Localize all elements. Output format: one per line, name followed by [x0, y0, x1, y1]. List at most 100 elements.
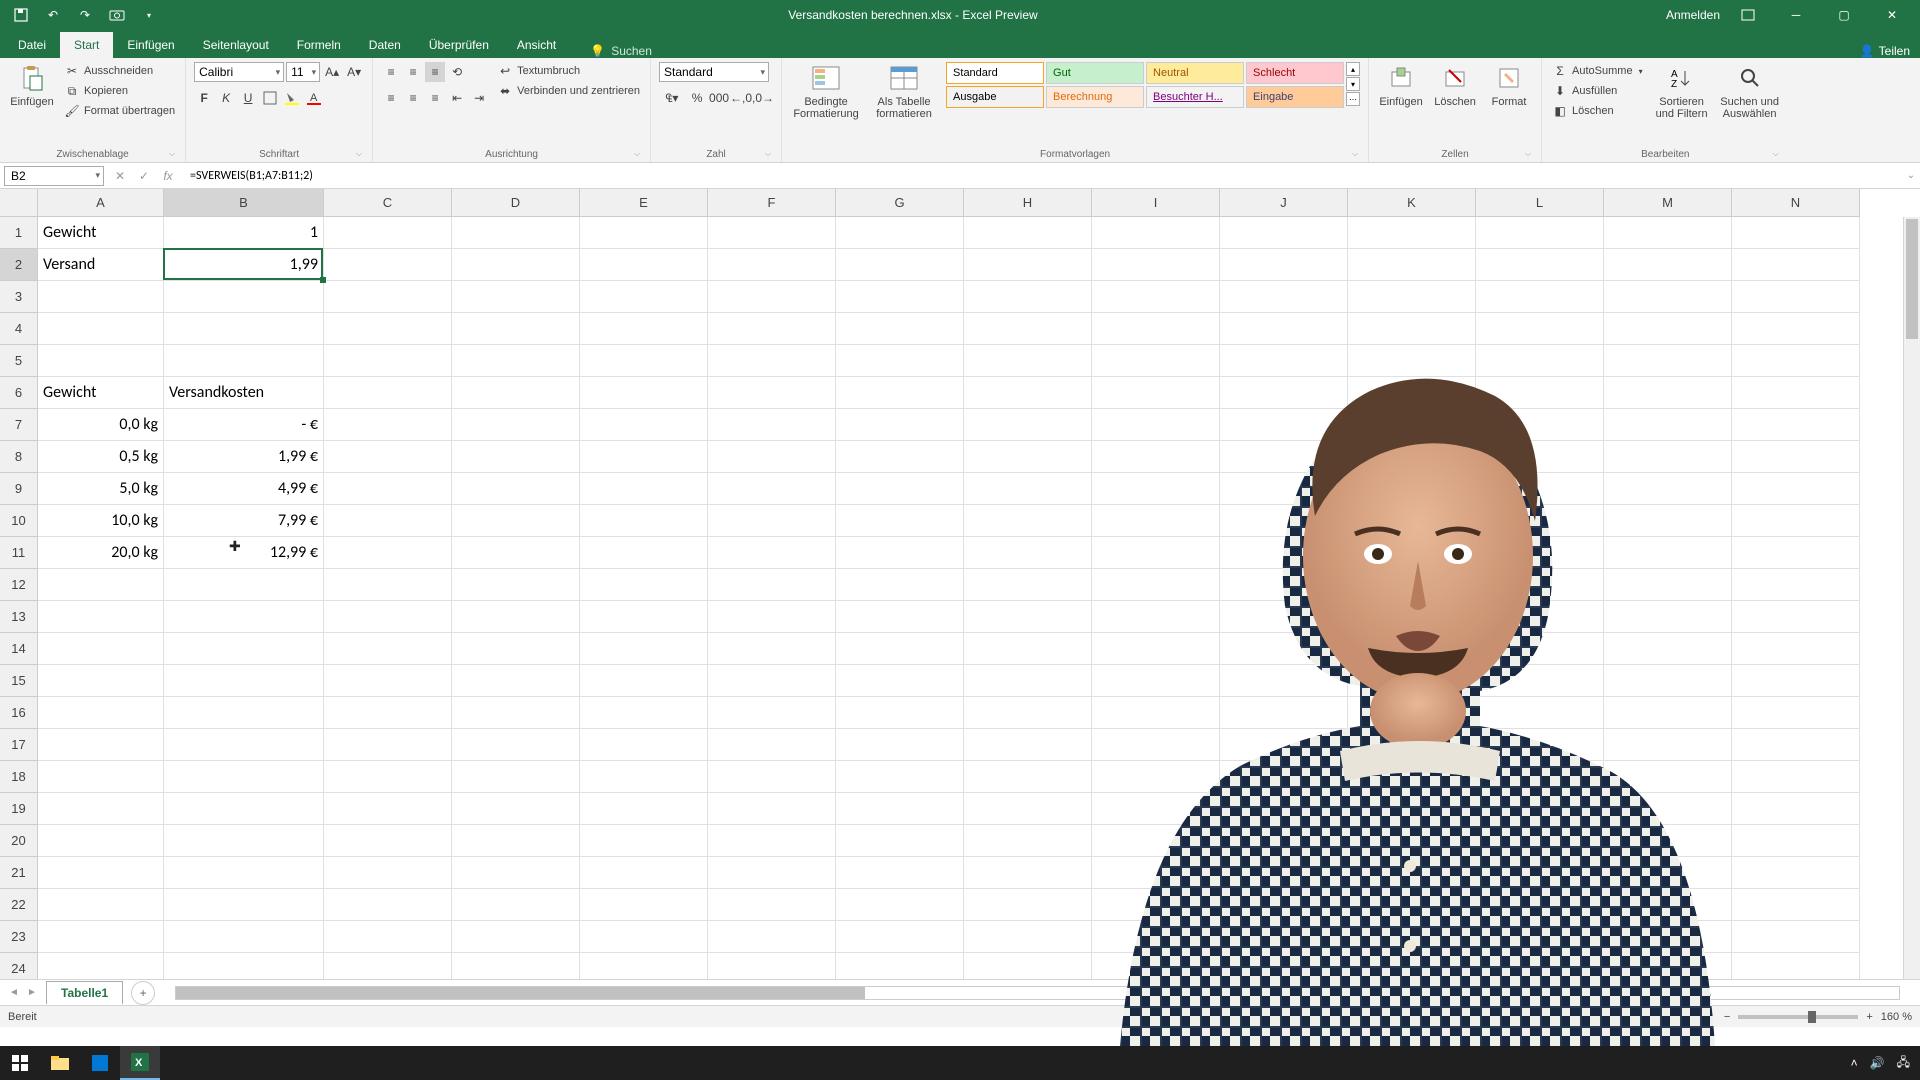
cell-G14[interactable] — [836, 633, 964, 665]
cell-H2[interactable] — [964, 249, 1092, 281]
font-name-select[interactable]: Calibri — [194, 62, 284, 82]
cell-H4[interactable] — [964, 313, 1092, 345]
paste-button[interactable]: Einfügen — [8, 62, 56, 108]
cell-B20[interactable] — [164, 825, 324, 857]
cell-L11[interactable] — [1476, 537, 1604, 569]
row-header-5[interactable]: 5 — [0, 345, 38, 377]
cell-H7[interactable] — [964, 409, 1092, 441]
cell-B19[interactable] — [164, 793, 324, 825]
cell-H12[interactable] — [964, 569, 1092, 601]
cell-G4[interactable] — [836, 313, 964, 345]
cell-D17[interactable] — [452, 729, 580, 761]
cell-E15[interactable] — [580, 665, 708, 697]
cell-N22[interactable] — [1732, 889, 1860, 921]
cell-C19[interactable] — [324, 793, 452, 825]
cell-H10[interactable] — [964, 505, 1092, 537]
scroll-more-icon[interactable]: ⋯ — [1346, 92, 1360, 106]
bold-button[interactable]: F — [194, 88, 214, 108]
font-color-button[interactable]: A — [304, 88, 324, 108]
cell-F11[interactable] — [708, 537, 836, 569]
cell-C15[interactable] — [324, 665, 452, 697]
cell-A14[interactable] — [38, 633, 164, 665]
cell-N15[interactable] — [1732, 665, 1860, 697]
cell-G22[interactable] — [836, 889, 964, 921]
cell-B22[interactable] — [164, 889, 324, 921]
cell-G12[interactable] — [836, 569, 964, 601]
cell-I19[interactable] — [1092, 793, 1220, 825]
tab-pagelayout[interactable]: Seitenlayout — [189, 32, 283, 58]
cell-J18[interactable] — [1220, 761, 1348, 793]
cell-N4[interactable] — [1732, 313, 1860, 345]
cell-M18[interactable] — [1604, 761, 1732, 793]
cell-I18[interactable] — [1092, 761, 1220, 793]
cell-L1[interactable] — [1476, 217, 1604, 249]
cell-C17[interactable] — [324, 729, 452, 761]
zoom-in-icon[interactable]: + — [1866, 1011, 1872, 1023]
align-middle-icon[interactable]: ≡ — [403, 62, 423, 82]
row-header-4[interactable]: 4 — [0, 313, 38, 345]
conditional-format-button[interactable]: Bedingte Formatierung — [790, 62, 862, 120]
cell-K18[interactable] — [1348, 761, 1476, 793]
cell-M15[interactable] — [1604, 665, 1732, 697]
cell-J20[interactable] — [1220, 825, 1348, 857]
cell-E20[interactable] — [580, 825, 708, 857]
delete-cells-button[interactable]: Löschen — [1431, 62, 1479, 108]
cell-E23[interactable] — [580, 921, 708, 953]
cell-A23[interactable] — [38, 921, 164, 953]
spreadsheet-grid[interactable]: ABCDEFGHIJKLMN 1234567891011121314151617… — [0, 189, 1920, 979]
camera-icon[interactable] — [106, 4, 128, 26]
cell-K23[interactable] — [1348, 921, 1476, 953]
cell-K15[interactable] — [1348, 665, 1476, 697]
cell-A10[interactable]: 10,0 kg — [38, 505, 164, 537]
col-header-D[interactable]: D — [452, 189, 580, 217]
row-header-21[interactable]: 21 — [0, 857, 38, 889]
sheet-next-icon[interactable]: ► — [24, 985, 40, 1001]
col-header-C[interactable]: C — [324, 189, 452, 217]
view-pagebreak-icon[interactable]: ▥ — [1696, 1007, 1716, 1027]
cell-G7[interactable] — [836, 409, 964, 441]
cell-F1[interactable] — [708, 217, 836, 249]
col-header-F[interactable]: F — [708, 189, 836, 217]
cell-F7[interactable] — [708, 409, 836, 441]
cell-K6[interactable] — [1348, 377, 1476, 409]
maximize-icon[interactable]: ▢ — [1824, 0, 1864, 30]
clear-button[interactable]: ◧Löschen — [1550, 102, 1645, 120]
row-header-15[interactable]: 15 — [0, 665, 38, 697]
cell-G16[interactable] — [836, 697, 964, 729]
cell-K5[interactable] — [1348, 345, 1476, 377]
cell-I13[interactable] — [1092, 601, 1220, 633]
cell-D4[interactable] — [452, 313, 580, 345]
row-header-24[interactable]: 24 — [0, 953, 38, 979]
tray-network-icon[interactable]: 🖧 — [1897, 1053, 1910, 1074]
style-visited[interactable]: Besuchter H... — [1146, 86, 1244, 108]
vertical-scrollbar[interactable] — [1903, 217, 1920, 979]
view-normal-icon[interactable]: ▦ — [1640, 1007, 1660, 1027]
cell-J3[interactable] — [1220, 281, 1348, 313]
cell-L19[interactable] — [1476, 793, 1604, 825]
cell-F20[interactable] — [708, 825, 836, 857]
cell-I20[interactable] — [1092, 825, 1220, 857]
cell-A12[interactable] — [38, 569, 164, 601]
column-headers[interactable]: ABCDEFGHIJKLMN — [38, 189, 1860, 217]
cell-M11[interactable] — [1604, 537, 1732, 569]
cell-E9[interactable] — [580, 473, 708, 505]
cell-F4[interactable] — [708, 313, 836, 345]
cell-A1[interactable]: Gewicht — [38, 217, 164, 249]
undo-icon[interactable]: ↶ — [42, 4, 64, 26]
cell-E19[interactable] — [580, 793, 708, 825]
col-header-G[interactable]: G — [836, 189, 964, 217]
cell-styles-gallery[interactable]: Standard Gut Neutral Schlecht Ausgabe Be… — [946, 62, 1344, 108]
cell-A13[interactable] — [38, 601, 164, 633]
cell-H17[interactable] — [964, 729, 1092, 761]
cell-F15[interactable] — [708, 665, 836, 697]
cell-C16[interactable] — [324, 697, 452, 729]
cell-A18[interactable] — [38, 761, 164, 793]
find-select-button[interactable]: Suchen und Auswählen — [1719, 62, 1781, 120]
cell-D24[interactable] — [452, 953, 580, 979]
cell-B5[interactable] — [164, 345, 324, 377]
cell-D23[interactable] — [452, 921, 580, 953]
cell-L15[interactable] — [1476, 665, 1604, 697]
row-header-3[interactable]: 3 — [0, 281, 38, 313]
cell-L12[interactable] — [1476, 569, 1604, 601]
col-header-L[interactable]: L — [1476, 189, 1604, 217]
